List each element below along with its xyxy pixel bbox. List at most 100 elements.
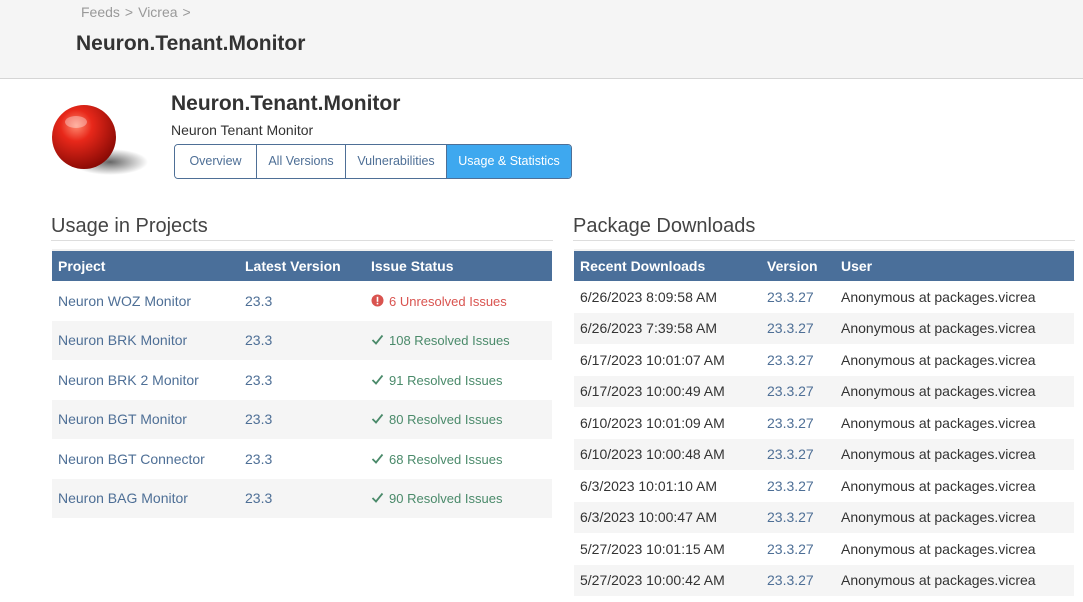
project-cell: Neuron BAG Monitor: [52, 478, 239, 518]
download-version-link[interactable]: 23.3.27: [767, 352, 814, 368]
version-cell: 23.3: [239, 320, 365, 360]
project-cell: Neuron BGT Monitor: [52, 399, 239, 439]
download-version-link[interactable]: 23.3.27: [767, 541, 814, 557]
issue-status-link[interactable]: 80 Resolved Issues: [389, 412, 502, 427]
download-version-link[interactable]: 23.3.27: [767, 289, 814, 305]
table-row: 6/17/2023 10:00:49 AM 23.3.27 Anonymous at…: [574, 375, 1074, 407]
download-version-link[interactable]: 23.3.27: [767, 415, 814, 431]
table-row: 6/10/2023 10:00:48 AM 23.3.27 Anonymous at…: [574, 438, 1074, 470]
download-version-cell: 23.3.27: [761, 564, 835, 596]
alert-icon: [371, 294, 384, 307]
breadcrumb-separator: >: [182, 4, 191, 20]
check-icon: [371, 335, 384, 346]
table-row: 6/26/2023 7:39:58 AM 23.3.27 Anonymous at …: [574, 312, 1074, 344]
download-version-cell: 23.3.27: [761, 407, 835, 439]
download-date: 6/17/2023 10:00:49 AM: [574, 375, 761, 407]
version-link[interactable]: 23.3: [245, 372, 272, 388]
download-version-link[interactable]: 23.3.27: [767, 572, 814, 588]
download-date: 6/3/2023 10:01:10 AM: [580, 477, 717, 494]
download-version-link[interactable]: 23.3.27: [767, 478, 814, 494]
column-header-latest-version: Latest Version: [239, 249, 365, 281]
status-cell: 90 Resolved Issues: [365, 478, 552, 518]
download-user: Anonymous at packages.vicrea: [835, 375, 1074, 407]
table-row: 6/17/2023 10:01:07 AM 23.3.27 Anonymous at…: [574, 344, 1074, 376]
download-version-cell: 23.3.27: [761, 438, 835, 470]
version-cell: 23.3: [239, 281, 365, 321]
version-link[interactable]: 23.3: [245, 490, 272, 506]
download-user: Anonymous at packages.vicrea: [835, 564, 1074, 596]
table-row: 6/10/2023 10:01:09 AM 23.3.27 Anonymous at…: [574, 407, 1074, 439]
project-cell: Neuron WOZ Monitor: [52, 281, 239, 321]
project-link[interactable]: Neuron BAG Monitor: [58, 490, 188, 506]
download-date: 5/27/2023 10:00:42 AM: [574, 564, 761, 596]
table-row: 5/27/2023 10:00:42 AM 23.3.27 Anonymous at…: [574, 564, 1074, 596]
issue-status-link[interactable]: 90 Resolved Issues: [389, 491, 502, 506]
table-row: 6/3/2023 10:00:47 AM 23.3.27 Anonymous at …: [574, 501, 1074, 533]
status-cell: 80 Resolved Issues: [365, 399, 552, 439]
downloads-table: Recent Downloads Version User 6/26/2023 …: [574, 249, 1074, 596]
issue-status-link[interactable]: 6 Unresolved Issues: [389, 294, 507, 309]
column-header-issue-status: Issue Status: [365, 249, 552, 281]
project-link[interactable]: Neuron BRK Monitor: [58, 332, 187, 348]
breadcrumb: Feeds > Vicrea >: [81, 4, 196, 20]
breadcrumb-vicrea[interactable]: Vicrea: [138, 4, 177, 20]
download-user: Anonymous at packages.vicrea: [835, 312, 1074, 344]
check-icon: [371, 493, 384, 504]
download-user: Anonymous at packages.vicrea: [841, 477, 1036, 494]
project-cell: Neuron BGT Connector: [52, 439, 239, 479]
download-date: 5/27/2023 10:01:15 AM: [580, 540, 725, 557]
table-row: Neuron BGT Connector 23.3 68 Resolved Issu…: [52, 439, 552, 479]
download-date: 6/17/2023 10:01:07 AM: [580, 351, 725, 368]
package-title: Neuron.Tenant.Monitor: [171, 92, 401, 115]
download-user: Anonymous at packages.vicrea: [841, 540, 1036, 557]
red-ball-icon: [52, 105, 148, 175]
check-icon: [371, 374, 384, 385]
column-header-recent-downloads: Recent Downloads: [574, 249, 761, 281]
usage-section-title: Usage in Projects: [51, 215, 208, 237]
version-link[interactable]: 23.3: [245, 451, 272, 467]
top-bar: Feeds > Vicrea > Neuron.Tenant.Monitor: [0, 0, 1083, 79]
check-icon: [371, 453, 384, 464]
tab-overview[interactable]: Overview: [175, 145, 257, 178]
download-version-cell: 23.3.27: [761, 501, 835, 533]
table-row: Neuron WOZ Monitor 23.3 6 Unresolved Issue…: [52, 281, 552, 321]
project-link[interactable]: Neuron BGT Connector: [58, 451, 205, 467]
tab-usage-statistics[interactable]: Usage & Statistics: [447, 145, 571, 178]
status-cell: 91 Resolved Issues: [365, 360, 552, 400]
download-user: Anonymous at packages.vicrea: [835, 501, 1074, 533]
tab-bar: Overview All Versions Vulnerabilities Us…: [174, 144, 572, 179]
download-version-link[interactable]: 23.3.27: [767, 383, 814, 399]
usage-table: Project Latest Version Issue Status Neur…: [52, 249, 552, 518]
table-row: Neuron BRK Monitor 23.3 108 Resolved Issue…: [52, 320, 552, 360]
download-date: 6/26/2023 8:09:58 AM: [580, 288, 717, 305]
check-icon: [371, 414, 384, 425]
project-link[interactable]: Neuron BRK 2 Monitor: [58, 372, 199, 388]
status-cell: 6 Unresolved Issues: [365, 281, 552, 321]
breadcrumb-feeds[interactable]: Feeds: [81, 4, 120, 20]
status-cell: 108 Resolved Issues: [365, 320, 552, 360]
issue-status-link[interactable]: 68 Resolved Issues: [389, 452, 502, 467]
download-version-link[interactable]: 23.3.27: [767, 446, 814, 462]
issue-status-link[interactable]: 108 Resolved Issues: [389, 333, 510, 348]
version-cell: 23.3: [239, 399, 365, 439]
table-row: Neuron BGT Monitor 23.3 80 Resolved Issues: [52, 399, 552, 439]
version-link[interactable]: 23.3: [245, 411, 272, 427]
version-link[interactable]: 23.3: [245, 332, 272, 348]
version-cell: 23.3: [239, 439, 365, 479]
download-version-cell: 23.3.27: [761, 470, 835, 502]
issue-status-link[interactable]: 91 Resolved Issues: [389, 373, 502, 388]
version-link[interactable]: 23.3: [245, 293, 272, 309]
download-version-cell: 23.3.27: [761, 533, 835, 565]
usage-divider: [51, 240, 553, 241]
download-version-link[interactable]: 23.3.27: [767, 509, 814, 525]
download-version-cell: 23.3.27: [761, 375, 835, 407]
tab-all-versions[interactable]: All Versions: [257, 145, 346, 178]
column-header-project: Project: [52, 249, 239, 281]
download-user: Anonymous at packages.vicrea: [841, 288, 1036, 305]
column-header-version: Version: [761, 249, 835, 281]
project-link[interactable]: Neuron BGT Monitor: [58, 411, 187, 427]
project-link[interactable]: Neuron WOZ Monitor: [58, 293, 191, 309]
download-user: Anonymous at packages.vicrea: [835, 438, 1074, 470]
tab-vulnerabilities[interactable]: Vulnerabilities: [346, 145, 447, 178]
download-version-link[interactable]: 23.3.27: [767, 320, 814, 336]
